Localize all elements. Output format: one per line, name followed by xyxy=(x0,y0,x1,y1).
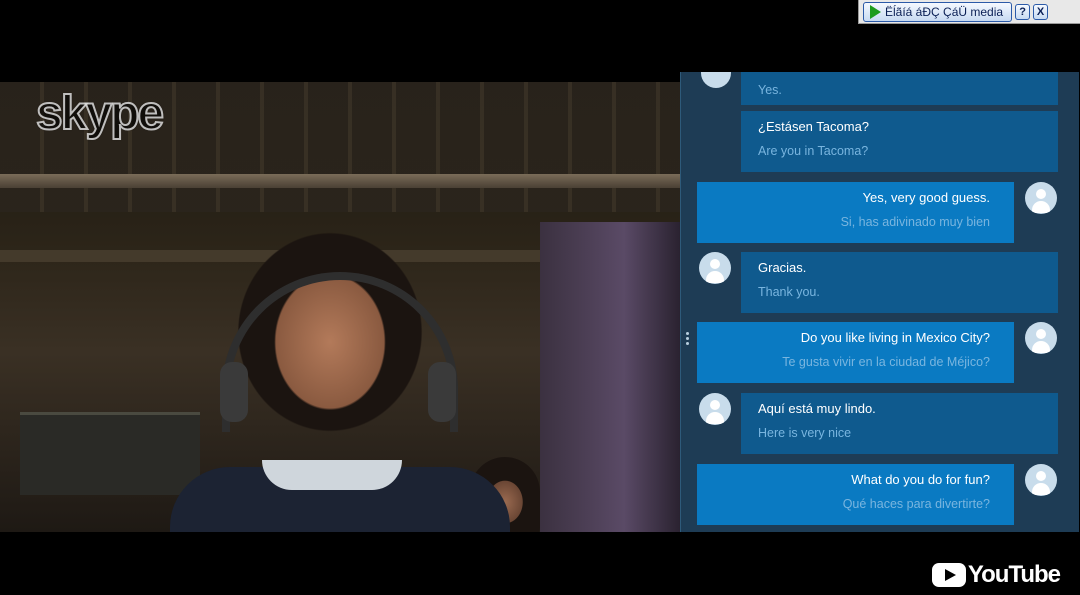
contact-avatar-icon xyxy=(699,252,731,284)
message-translation: Qué haces para divertirte? xyxy=(842,497,990,511)
message-original: Gracias. xyxy=(758,260,807,275)
chat-message-in: Yes. xyxy=(741,72,1058,105)
help-icon[interactable]: ? xyxy=(1015,3,1031,20)
chat-message-out: Yes, very good guess. Si, has adivinado … xyxy=(697,182,1014,243)
message-original: ¿Estásen Tacoma? xyxy=(758,119,870,134)
chat-message-in: Aquí está muy lindo. Here is very nice xyxy=(741,393,1058,454)
play-icon xyxy=(870,4,881,19)
chat-message-out: Do you like living in Mexico City? Te gu… xyxy=(697,322,1014,383)
youtube-logo[interactable]: YouTube xyxy=(931,561,1061,589)
video-shelf xyxy=(20,412,200,495)
message-translation: Yes. xyxy=(758,83,782,97)
message-original: What do you do for fun? xyxy=(851,472,990,487)
message-translation: Are you in Tacoma? xyxy=(758,144,869,158)
video-beam xyxy=(0,174,680,188)
message-translation: Si, has adivinado muy bien xyxy=(840,215,990,229)
video-feed: skype xyxy=(0,82,680,532)
close-icon[interactable]: X xyxy=(1033,3,1049,20)
message-original: Yes, very good guess. xyxy=(862,190,990,205)
headset-ear-right xyxy=(428,362,456,422)
user-avatar-icon xyxy=(1025,322,1057,354)
media-button-label: Ëĺãíá áĐÇ ÇáÜ media xyxy=(885,4,1004,19)
message-translation: Te gusta vivir en la ciudad de Méjico? xyxy=(782,355,990,369)
avatar-partial xyxy=(701,72,731,88)
chat-message-in: ¿Estásen Tacoma? Are you in Tacoma? xyxy=(741,111,1058,172)
chat-message-out: What do you do for fun? Qué haces para d… xyxy=(697,464,1014,525)
message-translation: Here is very nice xyxy=(758,426,852,440)
skype-watermark: skype xyxy=(35,86,165,141)
user-avatar-icon xyxy=(1025,182,1057,214)
youtube-label: YouTube xyxy=(967,561,1061,588)
media-toolbar: Ëĺãíá áĐÇ ÇáÜ media ? X xyxy=(858,0,1080,24)
headset-ear-left xyxy=(220,362,248,422)
user-avatar-icon xyxy=(1025,464,1057,496)
youtube-play-icon xyxy=(931,563,966,587)
media-button[interactable]: Ëĺãíá áĐÇ ÇáÜ media xyxy=(863,1,1013,22)
chat-message-in: Gracias. Thank you. xyxy=(741,252,1058,313)
message-original: Do you like living in Mexico City? xyxy=(800,330,990,345)
panel-resize-handle[interactable] xyxy=(682,330,692,350)
video-wall xyxy=(540,222,680,532)
chat-panel: Yes. ¿Estásen Tacoma? Are you in Tacoma?… xyxy=(680,72,1079,532)
message-original: Aquí está muy lindo. xyxy=(758,401,876,416)
message-translation: Thank you. xyxy=(758,285,820,299)
contact-avatar-icon xyxy=(699,393,731,425)
